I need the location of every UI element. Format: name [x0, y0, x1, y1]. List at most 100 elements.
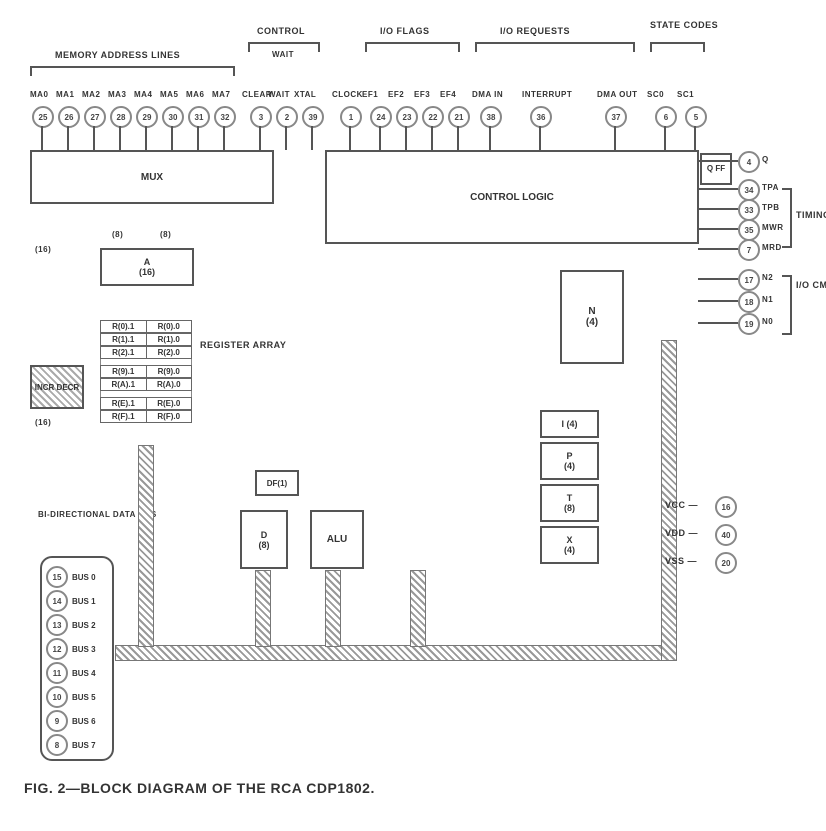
- pin-XTAL: 39: [302, 106, 324, 128]
- bus-label-4: BUS 4: [72, 669, 96, 678]
- bus-width-16b: (16): [35, 418, 51, 427]
- sig-DMA OUT: DMA OUT: [597, 90, 638, 99]
- pin-DMA IN: 38: [480, 106, 502, 128]
- bracket-iocmds: [790, 275, 792, 335]
- pin-INTERRUPT: 36: [530, 106, 552, 128]
- pin-TPA: 34: [738, 179, 760, 201]
- bus-pin-3: 12: [46, 638, 68, 660]
- ma-pin-5: 30: [162, 106, 184, 128]
- bus-label-1: BUS 1: [72, 597, 96, 606]
- reg-row-6: R(F).1R(F).0: [100, 410, 192, 423]
- bus-label-0: BUS 0: [72, 573, 96, 582]
- a-register: A (16): [100, 248, 194, 286]
- pin-N1: 18: [738, 291, 760, 313]
- sig-MRD: MRD: [762, 243, 782, 252]
- bracket-ioreq: [475, 42, 635, 44]
- power-VSS: VSS —: [665, 556, 697, 566]
- databus-label: BI-DIRECTIONAL DATA BUS: [38, 510, 118, 520]
- bus-to-alu: [325, 570, 341, 647]
- pin-EF2: 23: [396, 106, 418, 128]
- control-logic-block: CONTROL LOGIC: [325, 150, 699, 244]
- bus-row-4: 11 BUS 4: [46, 662, 108, 684]
- bus-label-3: BUS 3: [72, 645, 96, 654]
- mux-block: MUX: [30, 150, 274, 204]
- sig-EF3: EF3: [414, 90, 430, 99]
- pin-SC0: 6: [655, 106, 677, 128]
- sig-TPA: TPA: [762, 183, 779, 192]
- bus-to-d: [255, 570, 271, 647]
- ma-label-4: MA4: [134, 90, 152, 99]
- bracket-control: [248, 42, 320, 44]
- bus-width-16a: (16): [35, 245, 51, 254]
- ma-label-7: MA7: [212, 90, 230, 99]
- pin-N0: 19: [738, 313, 760, 335]
- reg-row-3: R(9).1R(9).0: [100, 365, 192, 378]
- block-diagram: MEMORY ADDRESS LINES CONTROL WAIT I/O FL…: [20, 20, 806, 811]
- ma-pin-1: 26: [58, 106, 80, 128]
- bus-pin-6: 9: [46, 710, 68, 732]
- ma-pin-2: 27: [84, 106, 106, 128]
- reg-row-0: R(0).1R(0).0: [100, 320, 192, 333]
- bus-row-5: 10 BUS 5: [46, 686, 108, 708]
- t-block: T (8): [540, 484, 599, 522]
- sig-INTERRUPT: INTERRUPT: [522, 90, 572, 99]
- bus-to-stack: [410, 570, 426, 647]
- pin-TPB: 33: [738, 199, 760, 221]
- sig-EF4: EF4: [440, 90, 456, 99]
- bus-row-7: 8 BUS 7: [46, 734, 108, 756]
- alu-block: ALU: [310, 510, 364, 569]
- sig-MWR: MWR: [762, 223, 784, 232]
- sig-CLOCK: CLOCK: [332, 90, 363, 99]
- bus-pin-5: 10: [46, 686, 68, 708]
- register-array: R(0).1R(0).0R(1).1R(1).0R(2).1R(2).0 R(9)…: [100, 320, 192, 423]
- ma-pin-4: 29: [136, 106, 158, 128]
- ma-label-0: MA0: [30, 90, 48, 99]
- reg-row-1: R(1).1R(1).0: [100, 333, 192, 346]
- register-array-label: REGISTER ARRAY: [200, 340, 260, 350]
- p-block: P (4): [540, 442, 599, 480]
- pin-MWR: 35: [738, 219, 760, 241]
- sig-SC0: SC0: [647, 90, 664, 99]
- group-wait: WAIT: [272, 50, 294, 59]
- pin-EF1: 24: [370, 106, 392, 128]
- reg-row-4: R(A).1R(A).0: [100, 378, 192, 391]
- bus-pin-4: 11: [46, 662, 68, 684]
- ma-pin-7: 32: [214, 106, 236, 128]
- bus-label-7: BUS 7: [72, 741, 96, 750]
- power-pin-VDD: 40: [715, 524, 737, 546]
- ma-label-2: MA2: [82, 90, 100, 99]
- group-control: CONTROL: [257, 26, 305, 36]
- sig-XTAL: XTAL: [294, 90, 316, 99]
- bus-row-1: 14 BUS 1: [46, 590, 108, 612]
- sig-N1: N1: [762, 295, 773, 304]
- bus-label-6: BUS 6: [72, 717, 96, 726]
- ma-label-3: MA3: [108, 90, 126, 99]
- pin-CLOCK: 1: [340, 106, 362, 128]
- ma-label-1: MA1: [56, 90, 74, 99]
- group-memaddr: MEMORY ADDRESS LINES: [55, 50, 180, 60]
- d-block: D (8): [240, 510, 288, 569]
- bus-pin-0: 15: [46, 566, 68, 588]
- bracket-timing: [790, 188, 792, 248]
- group-ioreq: I/O REQUESTS: [500, 26, 570, 36]
- ma-pin-0: 25: [32, 106, 54, 128]
- bus-row-2: 13 BUS 2: [46, 614, 108, 636]
- internal-bus-h: [115, 645, 677, 661]
- bus-row-3: 12 BUS 3: [46, 638, 108, 660]
- power-VCC: VCC —: [665, 500, 698, 510]
- power-VDD: VDD —: [665, 528, 698, 538]
- sig-DMA IN: DMA IN: [472, 90, 503, 99]
- power-pin-VSS: 20: [715, 552, 737, 574]
- sig-EF1: EF1: [362, 90, 378, 99]
- pin-MRD: 7: [738, 239, 760, 261]
- data-bus-block: 15 BUS 0 14 BUS 1 13 BUS 2 12 BUS 3 11 B…: [40, 556, 114, 761]
- bus-label-2: BUS 2: [72, 621, 96, 630]
- ma-label-5: MA5: [160, 90, 178, 99]
- bus-row-0: 15 BUS 0: [46, 566, 108, 588]
- reg-row-5: R(E).1R(E).0: [100, 397, 192, 410]
- pin-SC1: 5: [685, 106, 707, 128]
- sig-WAIT: WAIT: [268, 90, 290, 99]
- pin-N2: 17: [738, 269, 760, 291]
- reg-row-2: R(2).1R(2).0: [100, 346, 192, 359]
- x-block: X (4): [540, 526, 599, 564]
